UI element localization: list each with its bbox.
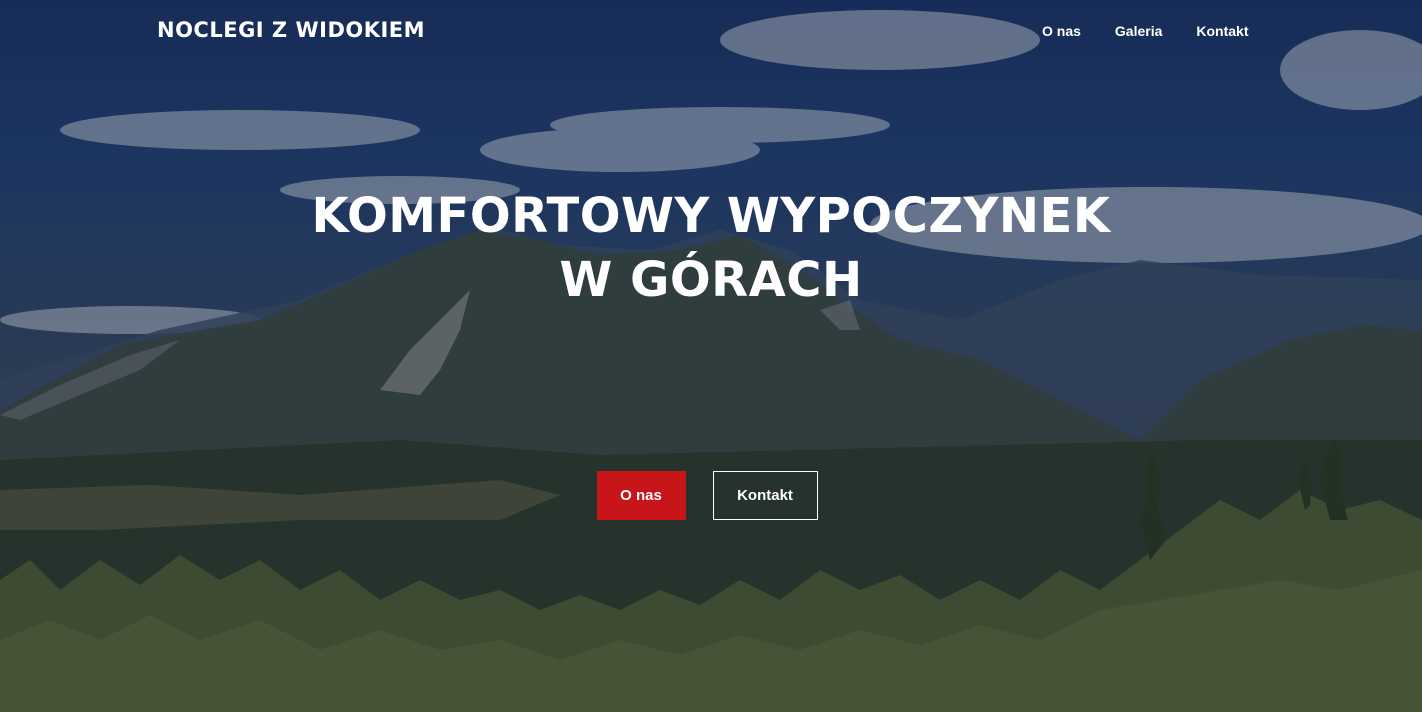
hero-headline: KOMFORTOWY WYPOCZYNEK W GÓRACH <box>0 184 1422 312</box>
brand-logo-link[interactable]: NOCLEGI Z WIDOKIEM <box>157 18 425 42</box>
hero-section: NOCLEGI Z WIDOKIEM O nas Galeria Kontakt… <box>0 0 1422 712</box>
nav-link-galeria[interactable]: Galeria <box>1115 23 1162 39</box>
hero-cta-group: O nas Kontakt <box>0 471 1422 520</box>
nav-link-kontakt[interactable]: Kontakt <box>1196 23 1248 39</box>
main-nav: O nas Galeria Kontakt <box>1042 23 1249 39</box>
o-nas-button[interactable]: O nas <box>596 471 686 520</box>
nav-link-o-nas[interactable]: O nas <box>1042 23 1081 39</box>
hero-headline-line-2: W GÓRACH <box>559 252 863 308</box>
navbar: NOCLEGI Z WIDOKIEM O nas Galeria Kontakt <box>0 0 1422 64</box>
kontakt-button[interactable]: Kontakt <box>712 471 818 520</box>
hero-overlay <box>0 0 1422 712</box>
hero-headline-line-1: KOMFORTOWY WYPOCZYNEK <box>311 188 1111 244</box>
